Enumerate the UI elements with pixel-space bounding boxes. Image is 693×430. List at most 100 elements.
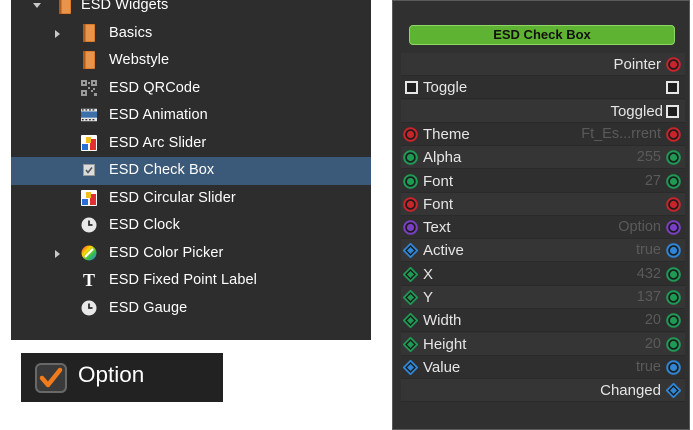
output-pin-icon[interactable] <box>666 290 681 305</box>
property-value: true <box>636 358 661 375</box>
widget-tree: ESD Widgets Basics Webstyle ESD QRCode ESD A… <box>11 0 371 340</box>
property-value: 137 <box>636 289 661 305</box>
property-row-toggle[interactable]: Toggle <box>401 76 685 100</box>
property-label: Alpha <box>423 149 462 167</box>
tree-item-label: Webstyle <box>109 52 170 68</box>
property-label: Width <box>423 312 462 330</box>
property-label: Pointer <box>613 56 661 73</box>
output-pin-icon[interactable] <box>666 313 681 329</box>
output-pin-icon[interactable] <box>666 127 681 142</box>
checkbox-preview: Option <box>21 353 223 402</box>
tree-item-label: ESD Clock <box>109 217 180 233</box>
property-label: Font <box>423 195 454 213</box>
property-row-pointer[interactable]: Pointer <box>401 53 685 76</box>
output-pin-icon[interactable] <box>666 196 681 212</box>
collapse-arrow-icon[interactable] <box>33 3 41 8</box>
property-row-theme[interactable]: Theme Ft_Es...rrent <box>401 122 685 146</box>
input-pin-icon[interactable] <box>403 196 418 212</box>
property-row-toggled[interactable]: Toggled <box>401 99 685 123</box>
property-value: 255 <box>636 149 661 166</box>
property-value: 432 <box>636 265 661 282</box>
property-row-value[interactable]: Value true <box>401 355 685 379</box>
property-row-height[interactable]: Height 20 <box>401 332 685 356</box>
diamond-output-pin-icon[interactable] <box>665 382 682 399</box>
folder-book-icon <box>81 23 97 42</box>
input-checkbox-icon[interactable] <box>405 81 418 95</box>
property-label: X <box>423 265 434 283</box>
preview-checkbox[interactable] <box>35 363 67 393</box>
input-pin-icon[interactable] <box>403 220 418 235</box>
clock-icon <box>81 300 97 316</box>
tree-item-label: ESD Circular Slider <box>109 189 236 206</box>
svg-text:T: T <box>83 271 95 289</box>
diamond-input-pin-icon[interactable] <box>402 359 419 376</box>
output-pin-icon[interactable] <box>666 266 681 282</box>
property-label: Font <box>423 172 454 190</box>
checkmark-icon <box>39 367 63 388</box>
property-value: 20 <box>644 312 661 329</box>
property-label: Active <box>423 242 464 260</box>
property-label: Text <box>423 219 451 237</box>
tree-item-esd-check-box[interactable]: ESD Check Box <box>11 157 371 185</box>
tree-item-esd-clock[interactable]: ESD Clock <box>11 212 371 240</box>
property-row-active[interactable]: Active true <box>401 239 685 263</box>
preview-label: Option <box>78 362 145 387</box>
output-pin-icon[interactable] <box>666 150 681 165</box>
output-pin-icon[interactable] <box>666 173 681 189</box>
diamond-input-pin-icon[interactable] <box>402 312 419 329</box>
widget-icon <box>81 189 97 206</box>
tree-item-esd-qrcode[interactable]: ESD QRCode <box>11 75 371 103</box>
clock-icon <box>81 217 97 233</box>
property-row-changed[interactable]: Changed <box>401 379 685 403</box>
property-row-x[interactable]: X 432 <box>401 262 685 286</box>
input-pin-icon[interactable] <box>403 150 418 165</box>
diamond-input-pin-icon[interactable] <box>402 336 419 353</box>
qrcode-icon <box>81 79 97 96</box>
property-label: Height <box>423 335 467 353</box>
folder-book-icon <box>57 0 73 14</box>
property-row-y[interactable]: Y 137 <box>401 286 685 309</box>
color-wheel-icon <box>81 245 97 261</box>
tree-item-label: ESD Fixed Point Label <box>109 272 257 288</box>
property-row-font[interactable]: Font 27 <box>401 169 685 193</box>
tree-item-esd-animation[interactable]: ESD Animation <box>11 102 371 130</box>
widget-icon <box>81 134 97 151</box>
output-pin-icon[interactable] <box>666 220 681 235</box>
diamond-input-pin-icon[interactable] <box>402 242 419 259</box>
output-checkbox-icon[interactable] <box>666 81 679 95</box>
output-pin-icon[interactable] <box>666 336 681 352</box>
property-row-width[interactable]: Width 20 <box>401 309 685 333</box>
input-pin-icon[interactable] <box>403 173 418 189</box>
tree-item-basics[interactable]: Basics <box>11 20 371 48</box>
diamond-input-pin-icon[interactable] <box>402 266 419 283</box>
tree-item-esd-color-picker[interactable]: ESD Color Picker <box>11 240 371 268</box>
tree-item-label: ESD Widgets <box>81 0 169 13</box>
property-value: 27 <box>644 172 661 189</box>
expand-arrow-icon[interactable] <box>55 249 60 258</box>
property-label: Toggle <box>423 79 468 97</box>
property-row-alpha[interactable]: Alpha 255 <box>401 146 685 170</box>
diamond-input-pin-icon[interactable] <box>402 289 419 306</box>
property-row-font[interactable]: Font <box>401 192 685 216</box>
property-label: Changed <box>600 382 661 400</box>
node-title[interactable]: ESD Check Box <box>409 25 675 45</box>
output-checkbox-icon[interactable] <box>666 104 679 118</box>
output-pin-icon[interactable] <box>666 57 681 72</box>
node-panel: ESD Check Box Pointer Toggle Toggled Theme F… <box>392 0 690 430</box>
tree-item-esd-gauge[interactable]: ESD Gauge <box>11 295 371 323</box>
property-label: Value <box>423 358 461 376</box>
input-pin-icon[interactable] <box>403 127 418 142</box>
expand-arrow-icon[interactable] <box>55 29 60 38</box>
property-row-text[interactable]: Text Option <box>401 216 685 240</box>
property-value: Ft_Es...rrent <box>581 125 661 142</box>
tree-item-esd-arc-slider[interactable]: ESD Arc Slider <box>11 130 371 158</box>
tree-item-webstyle[interactable]: Webstyle <box>11 47 371 75</box>
tree-item-label: ESD Arc Slider <box>109 134 207 151</box>
property-value: Option <box>618 219 661 236</box>
tree-item-label: ESD Check Box <box>109 162 215 178</box>
tree-item-esd-circular-slider[interactable]: ESD Circular Slider <box>11 185 371 213</box>
tree-item-esd-fixed-point-label[interactable]: T ESD Fixed Point Label <box>11 267 371 295</box>
tree-item-esd-widgets[interactable]: ESD Widgets <box>11 0 371 20</box>
output-pin-icon[interactable] <box>666 243 681 259</box>
output-pin-icon[interactable] <box>666 360 681 375</box>
